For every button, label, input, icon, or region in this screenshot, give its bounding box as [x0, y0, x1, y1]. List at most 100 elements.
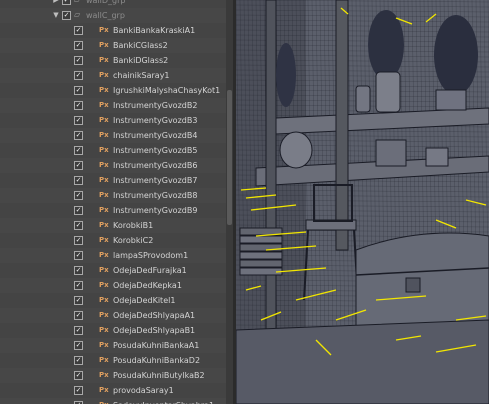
outliner-item-label: BankiDGlass2	[113, 56, 169, 65]
checkbox-icon[interactable]: ✓	[74, 311, 83, 320]
checkbox-icon[interactable]: ✓	[74, 326, 83, 335]
chest-lock	[405, 277, 421, 293]
visibility-checkbox[interactable]: ✓	[62, 11, 71, 20]
checkbox-icon[interactable]: ✓	[74, 56, 83, 65]
checkbox-icon[interactable]: ✓	[74, 296, 83, 305]
outliner-item-row[interactable]: ✓ Px BankiDGlass2	[0, 53, 226, 68]
hanging-herbs-2	[434, 15, 478, 95]
checkbox-icon[interactable]: ✓	[74, 281, 83, 290]
outliner-item-row[interactable]: ✓ Px OdejaDedShlyapaA1	[0, 308, 226, 323]
outliner-item-row[interactable]: ✓ Px InstrumentyGvozdB6	[0, 158, 226, 173]
checkbox-icon[interactable]: ✓	[74, 146, 83, 155]
outliner-item-label: PosudaKuhniBankaA1	[113, 341, 200, 350]
outliner-item-row[interactable]: ✓ Px InstrumentyGvozdB4	[0, 128, 226, 143]
mesh-icon: Px	[99, 281, 109, 289]
checkbox-icon[interactable]: ✓	[74, 251, 83, 260]
outliner-item-label: InstrumentyGvozdB6	[113, 161, 198, 170]
checkbox-icon[interactable]: ✓	[74, 236, 83, 245]
outliner-item-label: InstrumentyGvozdB5	[113, 146, 198, 155]
checkbox-icon[interactable]: ✓	[74, 101, 83, 110]
outliner-item-row[interactable]: ✓ Px KorobkiB1	[0, 218, 226, 233]
checkbox-icon[interactable]: ✓	[74, 26, 83, 35]
checkbox-icon[interactable]: ✓	[74, 266, 83, 275]
outliner-item-row[interactable]: ✓ Px InstrumentyGvozdB5	[0, 143, 226, 158]
outliner-item-label: BankiBankaKraskiA1	[113, 26, 196, 35]
book	[239, 259, 283, 268]
outliner-item-row[interactable]: ✓ Px provodaSaray1	[0, 383, 226, 398]
outliner-item-row[interactable]: ✓ Px IgrushkiMalyshaChasyKot1	[0, 83, 226, 98]
outliner-item-row[interactable]: ✓ Px PosudaKuhniBankaD2	[0, 353, 226, 368]
visibility-checkbox[interactable]: ✓	[62, 0, 71, 5]
checkbox-icon[interactable]: ✓	[74, 131, 83, 140]
checkbox-icon[interactable]: ✓	[74, 371, 83, 380]
outliner-item-label: OdejaDedKitel1	[113, 296, 176, 305]
outliner-item-row[interactable]: ✓ Px BankiBankaKraskiA1	[0, 23, 226, 38]
outliner-group-row[interactable]: ▶✓▱wallD_grp	[0, 0, 226, 8]
outliner-item-row[interactable]: ✓ Px InstrumentyGvozdB2	[0, 98, 226, 113]
box-on-shelf	[435, 89, 467, 111]
checkbox-icon[interactable]: ✓	[74, 41, 83, 50]
outliner-item-label: InstrumentyGvozdB3	[113, 116, 198, 125]
outliner-item-label: InstrumentyGvozdB4	[113, 131, 198, 140]
mesh-icon: Px	[99, 101, 109, 109]
outliner-item-row[interactable]: ✓PxSadovyInventarShvabra1	[0, 398, 226, 404]
crate	[375, 139, 407, 167]
outliner-item-label: PosudaKuhniBankaD2	[113, 356, 201, 365]
outliner-item-row[interactable]: ✓ Px InstrumentyGvozdB3	[0, 113, 226, 128]
shelf-post	[335, 0, 349, 251]
checkbox-icon[interactable]: ✓	[74, 161, 83, 170]
checkbox-icon[interactable]: ✓	[74, 86, 83, 95]
outliner-item-row[interactable]: ✓ Px OdejaDedKepka1	[0, 278, 226, 293]
outliner-scrollbar[interactable]	[226, 0, 233, 404]
jar	[375, 71, 401, 113]
group-icon: ▱	[74, 10, 81, 19]
mesh-icon: Px	[99, 71, 109, 79]
mesh-icon: Px	[99, 326, 109, 334]
checkbox-icon[interactable]: ✓	[74, 71, 83, 80]
checkbox-icon[interactable]: ✓	[74, 116, 83, 125]
outliner-item-row[interactable]: ✓ Px PosudaKuhniButylkaB2	[0, 368, 226, 383]
outliner-group-row[interactable]: ▼ ✓ ▱ wallC_grp	[0, 8, 226, 23]
outliner-item-row[interactable]: ✓ Px InstrumentyGvozdB7	[0, 173, 226, 188]
floor	[236, 319, 489, 404]
outliner-item-row[interactable]: ✓ Px lampaSProvodom1	[0, 248, 226, 263]
outliner-item-row[interactable]: ✓ Px BankiCGlass2	[0, 38, 226, 53]
checkbox-icon[interactable]: ✓	[74, 386, 83, 395]
outliner-item-row[interactable]: ✓ Px OdejaDedKitel1	[0, 293, 226, 308]
mesh-icon: Px	[99, 296, 109, 304]
expand-toggle-icon[interactable]: ▼	[52, 8, 60, 23]
checkbox-icon[interactable]: ✓	[74, 206, 83, 215]
outliner-item-label: KorobkiC2	[113, 236, 154, 245]
outliner-item-label: SadovyInventarShvabra1	[113, 398, 214, 404]
bottle	[355, 85, 371, 113]
kettle	[279, 131, 313, 169]
outliner-item-row[interactable]: ✓ Px InstrumentyGvozdB8	[0, 188, 226, 203]
mesh-icon: Px	[99, 116, 109, 124]
checkbox-icon[interactable]: ✓	[74, 176, 83, 185]
scrollbar-thumb[interactable]	[227, 90, 232, 225]
outliner-item-row[interactable]: ✓ Px OdejaDedFurajka1	[0, 263, 226, 278]
viewport-3d[interactable]	[236, 0, 489, 404]
outliner-item-label: InstrumentyGvozdB8	[113, 191, 198, 200]
outliner-item-label: chainikSaray1	[113, 71, 170, 80]
outliner-item-row[interactable]: ✓ Px InstrumentyGvozdB9	[0, 203, 226, 218]
mesh-icon: Px	[99, 371, 109, 379]
outliner-item-row[interactable]: ✓ Px OdejaDedShlyapaB1	[0, 323, 226, 338]
mesh-icon: Px	[99, 386, 109, 394]
mesh-icon: Px	[99, 161, 109, 169]
outliner-item-label: InstrumentyGvozdB7	[113, 176, 198, 185]
outliner-item-label: InstrumentyGvozdB9	[113, 206, 198, 215]
checkbox-icon[interactable]: ✓	[74, 221, 83, 230]
book	[239, 235, 283, 244]
outliner-item-row[interactable]: ✓ Px chainikSaray1	[0, 68, 226, 83]
outliner-item-row[interactable]: ✓ Px KorobkiC2	[0, 233, 226, 248]
outliner-item-label: PosudaKuhniButylkaB2	[113, 371, 205, 380]
expand-toggle-icon[interactable]: ▶	[52, 0, 60, 8]
checkbox-icon[interactable]: ✓	[74, 356, 83, 365]
outliner-item-row[interactable]: ✓ Px PosudaKuhniBankaA1	[0, 338, 226, 353]
outliner-item-label: BankiCGlass2	[113, 41, 168, 50]
mesh-icon: Px	[99, 41, 109, 49]
mesh-icon: Px	[99, 131, 109, 139]
checkbox-icon[interactable]: ✓	[74, 191, 83, 200]
checkbox-icon[interactable]: ✓	[74, 341, 83, 350]
